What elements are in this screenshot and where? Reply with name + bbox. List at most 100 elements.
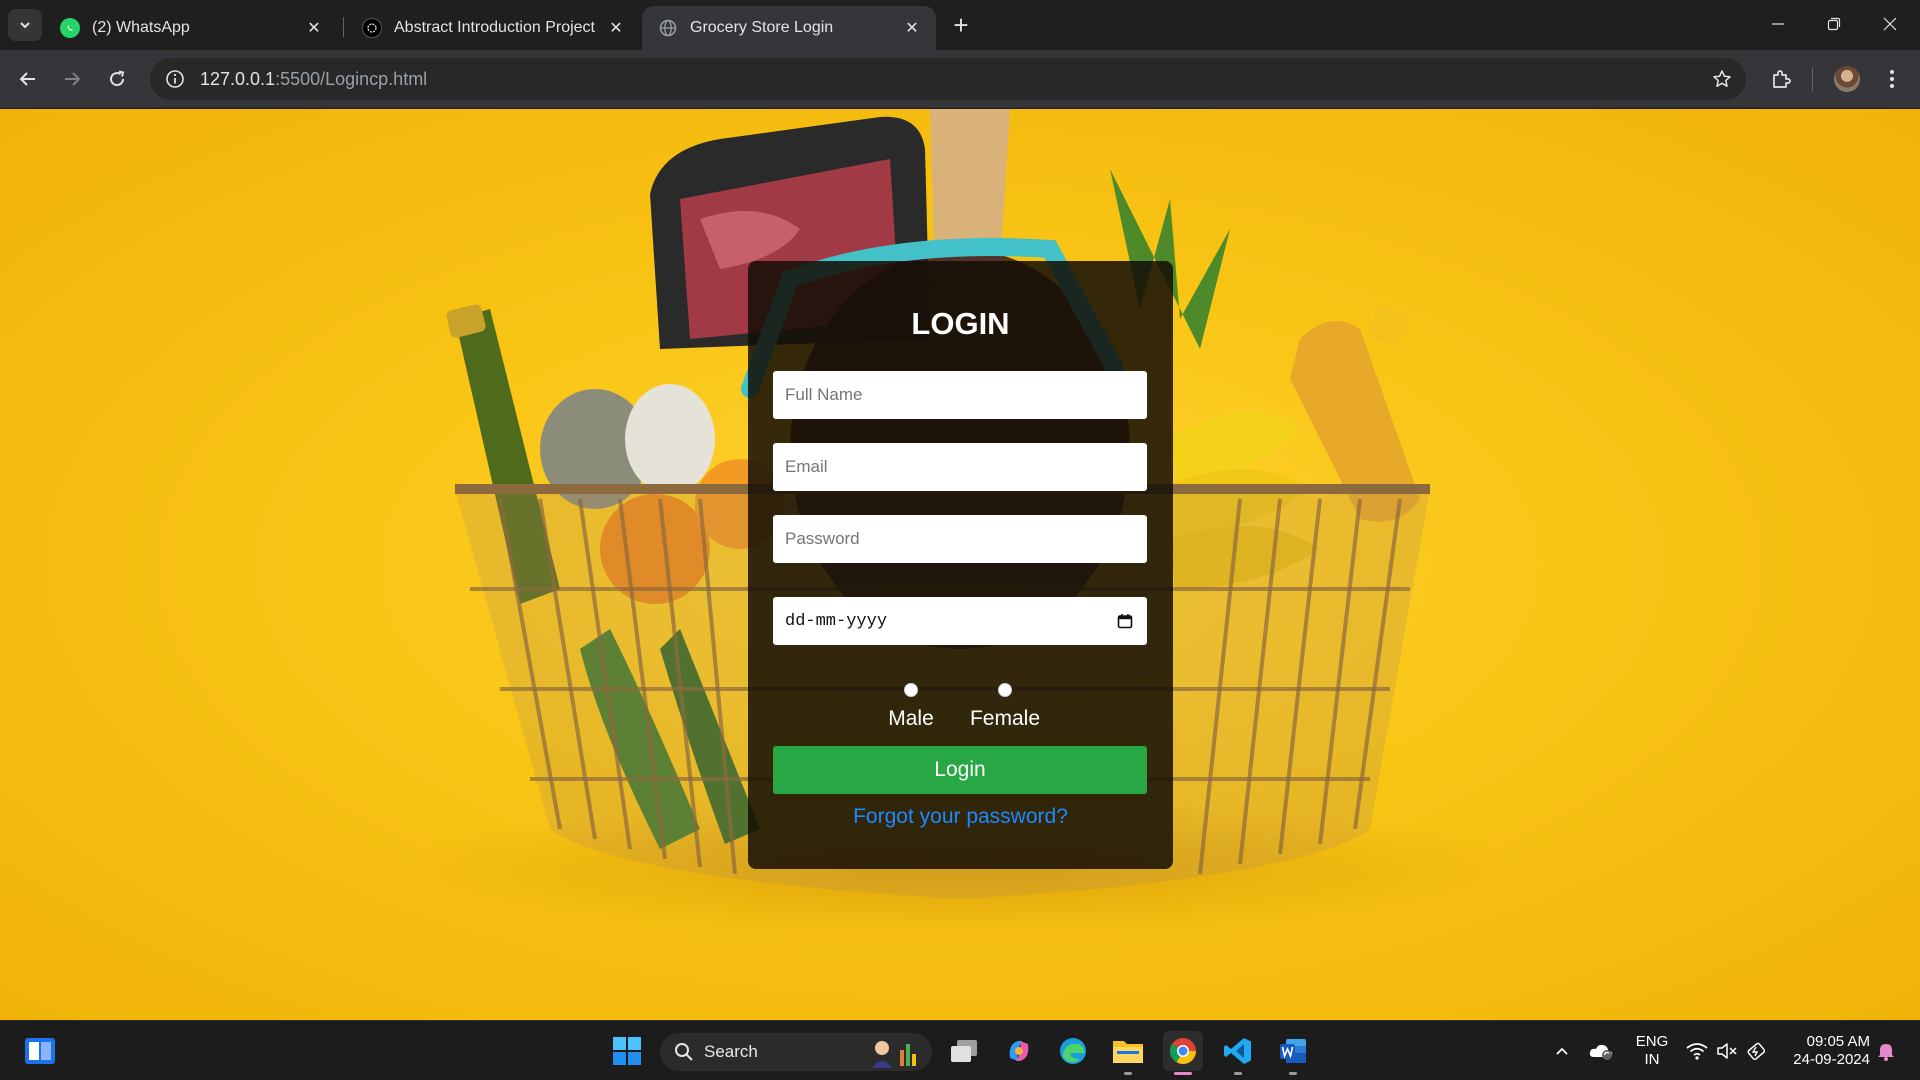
cloud-sync-icon xyxy=(1589,1044,1613,1060)
battery-charging-icon xyxy=(1747,1042,1766,1061)
reload-button[interactable] xyxy=(99,61,135,97)
tab-grocery-store-login[interactable]: Grocery Store Login ✕ xyxy=(642,6,936,50)
word-button[interactable] xyxy=(1273,1031,1313,1075)
close-window-button[interactable] xyxy=(1862,0,1918,48)
password-input[interactable] xyxy=(773,515,1147,563)
tab-separator xyxy=(343,17,344,37)
kebab-menu-icon xyxy=(1890,70,1894,88)
login-button[interactable]: Login xyxy=(773,746,1147,794)
task-view-button[interactable] xyxy=(944,1031,984,1071)
url-text: 127.0.0.1:5500/Logincp.html xyxy=(200,69,427,90)
tab-whatsapp[interactable]: (2) WhatsApp ✕ xyxy=(44,6,338,50)
clock[interactable]: 09:05 AM 24-09-2024 xyxy=(1780,1033,1870,1069)
search-highlight-icon xyxy=(872,1041,916,1068)
gender-option-male[interactable]: Male xyxy=(881,683,941,731)
extensions-button[interactable] xyxy=(1763,61,1799,97)
edge-button[interactable] xyxy=(1053,1031,1093,1071)
female-radio[interactable] xyxy=(998,683,1012,697)
show-hidden-icons-button[interactable] xyxy=(1550,1021,1574,1080)
task-view-icon xyxy=(951,1040,977,1062)
language-indicator[interactable]: ENG IN xyxy=(1632,1033,1672,1069)
chrome-button[interactable] xyxy=(1163,1031,1203,1075)
female-label: Female xyxy=(969,707,1041,730)
minimize-icon xyxy=(1772,23,1784,25)
forgot-password-link[interactable]: Forgot your password? xyxy=(748,805,1173,829)
running-indicator xyxy=(1174,1072,1192,1075)
copilot-icon xyxy=(1009,1041,1029,1061)
start-button[interactable] xyxy=(607,1031,647,1071)
wifi-icon xyxy=(1686,1043,1708,1060)
taskbar-search[interactable]: Search xyxy=(660,1033,932,1071)
clock-time: 09:05 AM xyxy=(1806,1033,1870,1050)
reload-icon xyxy=(110,70,125,87)
file-explorer-button[interactable] xyxy=(1108,1031,1148,1075)
whatsapp-icon xyxy=(60,18,80,38)
word-icon xyxy=(1280,1039,1306,1063)
restore-icon xyxy=(1827,17,1841,31)
browser-toolbar: 127.0.0.1:5500/Logincp.html xyxy=(0,50,1920,108)
widgets-button[interactable] xyxy=(20,1031,60,1071)
page-viewport: LOGIN dd-mm-yyyy Male Female Login Forgo… xyxy=(0,109,1920,1020)
calendar-icon[interactable] xyxy=(1115,611,1135,631)
profile-button[interactable] xyxy=(1829,61,1865,97)
url-path: :5500/Logincp.html xyxy=(275,68,428,89)
chrome-icon xyxy=(1169,1038,1197,1065)
edge-icon xyxy=(1060,1038,1086,1064)
wifi-button[interactable] xyxy=(1684,1021,1710,1080)
close-tab-icon[interactable]: ✕ xyxy=(304,18,324,38)
chevron-up-icon xyxy=(1556,1047,1568,1055)
back-button[interactable] xyxy=(10,61,46,97)
male-radio[interactable] xyxy=(904,683,918,697)
language-code: ENG xyxy=(1635,1033,1669,1050)
close-tab-icon[interactable]: ✕ xyxy=(606,18,626,38)
url-host: 127.0.0.1 xyxy=(200,68,276,89)
tab-title: (2) WhatsApp xyxy=(92,19,190,36)
menu-button[interactable] xyxy=(1874,61,1910,97)
onedrive-button[interactable] xyxy=(1586,1021,1616,1080)
clock-date: 24-09-2024 xyxy=(1793,1051,1870,1068)
bookmark-star-icon[interactable] xyxy=(1710,67,1734,91)
running-indicator xyxy=(1124,1072,1132,1075)
running-indicator xyxy=(1234,1072,1242,1075)
arrow-right-icon xyxy=(65,72,81,86)
gender-option-female[interactable]: Female xyxy=(965,683,1045,731)
windows-logo-icon xyxy=(613,1037,641,1065)
openai-icon xyxy=(362,18,382,38)
male-label: Male xyxy=(888,707,934,730)
forward-button[interactable] xyxy=(54,61,90,97)
login-title: LOGIN xyxy=(911,306,1010,341)
puzzle-piece-icon xyxy=(1773,70,1791,88)
search-label: Search xyxy=(704,1042,758,1061)
folder-icon xyxy=(1113,1041,1143,1063)
date-input[interactable]: dd-mm-yyyy xyxy=(773,597,1147,645)
vscode-button[interactable] xyxy=(1218,1031,1258,1075)
notifications-button[interactable] xyxy=(1874,1021,1898,1080)
tab-abstract-introduction[interactable]: Abstract Introduction Project D ✕ xyxy=(346,6,640,50)
battery-button[interactable] xyxy=(1744,1021,1770,1080)
tab-search-button[interactable] xyxy=(8,9,42,41)
full-name-input[interactable] xyxy=(773,371,1147,419)
globe-icon xyxy=(658,18,678,38)
volume-button[interactable] xyxy=(1714,1021,1740,1080)
search-icon xyxy=(675,1043,693,1061)
bell-icon xyxy=(1878,1044,1894,1061)
copilot-button[interactable] xyxy=(999,1031,1039,1071)
new-tab-button[interactable]: + xyxy=(946,10,976,40)
site-info-icon[interactable] xyxy=(154,58,196,100)
vscode-icon xyxy=(1224,1038,1251,1064)
restore-button[interactable] xyxy=(1806,0,1862,48)
speaker-muted-icon xyxy=(1717,1043,1737,1059)
email-input[interactable] xyxy=(773,443,1147,491)
avatar xyxy=(1834,66,1860,92)
chevron-down-icon xyxy=(20,22,30,29)
tab-title: Grocery Store Login xyxy=(690,19,834,36)
minimize-button[interactable] xyxy=(1750,0,1806,48)
region-code: IN xyxy=(1644,1051,1660,1068)
close-tab-icon[interactable]: ✕ xyxy=(902,18,922,38)
running-indicator xyxy=(1289,1072,1297,1075)
windows-taskbar: Search ENG IN 09:05 AM 24-09-2024 xyxy=(0,1020,1920,1080)
tab-strip: (2) WhatsApp ✕ Abstract Introduction Pro… xyxy=(0,0,1920,50)
widgets-icon xyxy=(25,1038,55,1064)
toolbar-divider xyxy=(1812,67,1813,91)
address-bar[interactable]: 127.0.0.1:5500/Logincp.html xyxy=(150,58,1746,100)
